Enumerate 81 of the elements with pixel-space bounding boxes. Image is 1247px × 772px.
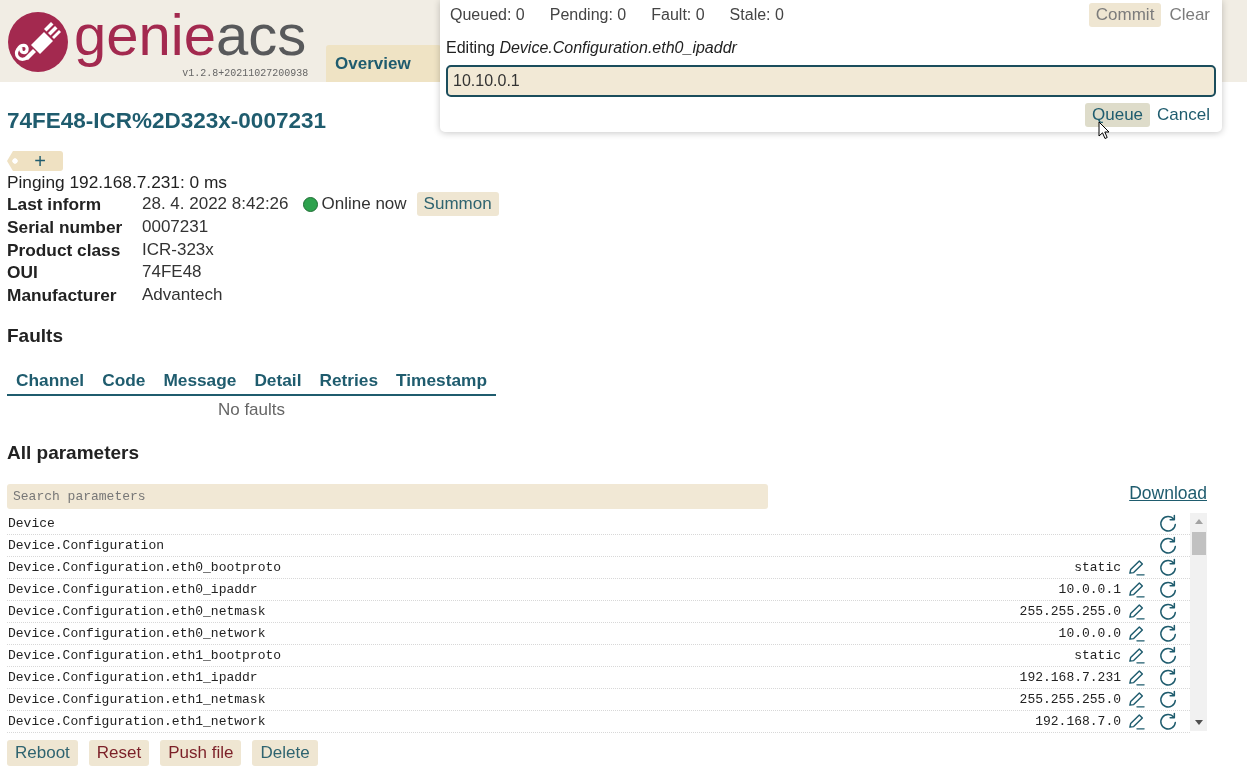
edit-icon[interactable] xyxy=(1128,603,1145,620)
edit-icon[interactable] xyxy=(1128,559,1145,576)
property-label: Last inform xyxy=(7,194,102,214)
search-field[interactable]: Search parameters xyxy=(7,484,768,509)
edit-icon[interactable] xyxy=(1128,669,1145,686)
queue-count: Queued: 0 xyxy=(450,6,525,24)
property-value: 0007231 xyxy=(142,216,209,238)
parameter-value: static xyxy=(1074,648,1121,663)
device-title: 74FE48-ICR%2D323x-0007231 xyxy=(7,108,326,134)
refresh-icon[interactable] xyxy=(1158,624,1177,643)
plug-logo-icon xyxy=(8,12,68,72)
ping-status: Pinging 192.168.7.231: 0 ms xyxy=(7,172,227,192)
scroll-down-icon[interactable] xyxy=(1194,720,1203,725)
property-value: ICR-323x xyxy=(142,238,214,261)
device-action-button[interactable]: Reboot xyxy=(7,740,78,766)
parameter-name: Device.Configuration xyxy=(8,538,165,553)
cancel-link[interactable]: Cancel xyxy=(1157,105,1210,125)
summon-button[interactable]: Summon xyxy=(416,192,499,216)
parameter-value: 10.0.0.1 xyxy=(1058,582,1121,597)
column-header: Timestamp xyxy=(387,366,496,395)
nav-tab[interactable]: Overview xyxy=(326,45,441,82)
section-heading: Faults xyxy=(7,325,63,347)
parameter-name: Device.Configuration.eth1_netmask xyxy=(8,692,266,707)
section-heading: All parameters xyxy=(7,442,139,464)
parameter-value: static xyxy=(1074,560,1121,575)
refresh-icon[interactable] xyxy=(1158,646,1177,665)
value-input[interactable]: 10.10.0.1 xyxy=(446,65,1216,97)
column-header: Channel xyxy=(7,366,94,395)
edit-icon[interactable] xyxy=(1128,625,1145,642)
property-value: 74FE48 xyxy=(142,261,202,283)
refresh-icon[interactable] xyxy=(1158,602,1177,621)
queue-count: Pending: 0 xyxy=(549,6,627,24)
parameter-value: 192.168.7.0 xyxy=(1035,714,1121,729)
edit-icon[interactable] xyxy=(1128,647,1145,664)
column-header: Retries xyxy=(310,366,388,395)
refresh-icon[interactable] xyxy=(1158,712,1177,731)
column-header: Message xyxy=(154,366,246,395)
parameter-value: 255.255.255.0 xyxy=(1019,692,1121,707)
queue-count: Stale: 0 xyxy=(729,6,784,24)
parameter-value: 10.0.0.0 xyxy=(1058,626,1121,641)
parameter-name: Device.Configuration.eth0_netmask xyxy=(8,604,266,619)
scrollbar-track[interactable] xyxy=(1190,513,1207,731)
refresh-icon[interactable] xyxy=(1158,514,1177,533)
editing-label: Editing Device.Configuration.eth0_ipaddr xyxy=(446,38,737,58)
parameter-name: Device.Configuration.eth0_ipaddr xyxy=(8,582,258,597)
parameter-value: 255.255.255.0 xyxy=(1019,604,1121,619)
parameter-name: Device.Configuration.eth0_bootproto xyxy=(8,560,282,575)
refresh-icon[interactable] xyxy=(1158,668,1177,687)
empty-message: No faults xyxy=(7,395,496,420)
edit-icon[interactable] xyxy=(1128,581,1145,598)
property-label: Product class xyxy=(7,239,121,260)
refresh-icon[interactable] xyxy=(1158,580,1177,599)
logo-wordmark: genieacs xyxy=(74,9,307,68)
parameter-value: 192.168.7.231 xyxy=(1019,670,1121,685)
refresh-icon[interactable] xyxy=(1158,536,1177,555)
queue-button[interactable]: Queue xyxy=(1085,103,1151,127)
device-action-button[interactable]: Reset xyxy=(88,740,150,766)
property-value: Advantech xyxy=(142,283,223,306)
property-label: OUI xyxy=(7,262,38,282)
property-value: 28. 4. 2022 8:42:26 xyxy=(142,193,289,215)
column-header: Detail xyxy=(245,366,311,395)
version-text: v1.2.8+20211027200938 xyxy=(182,68,309,79)
parameter-name: Device.Configuration.eth1_ipaddr xyxy=(8,670,258,685)
parameter-name: Device.Configuration.eth0_network xyxy=(8,626,266,641)
queue-count: Fault: 0 xyxy=(651,6,705,24)
refresh-icon[interactable] xyxy=(1158,558,1177,577)
parameter-name: Device.Configuration.eth1_network xyxy=(8,714,266,729)
parameter-name: Device xyxy=(8,516,55,531)
scrollbar-thumb[interactable] xyxy=(1191,532,1206,555)
edit-icon[interactable] xyxy=(1128,691,1145,708)
edit-icon[interactable] xyxy=(1128,713,1145,730)
device-action-button[interactable]: Push file xyxy=(160,740,242,766)
add-tag-button[interactable]: + xyxy=(7,151,63,171)
online-status: Online now xyxy=(321,193,407,215)
property-label: Serial number xyxy=(7,217,123,237)
download-link[interactable]: Download xyxy=(1129,483,1207,504)
device-action-button[interactable]: Delete xyxy=(252,740,318,766)
parameter-name: Device.Configuration.eth1_bootproto xyxy=(8,648,282,663)
refresh-icon[interactable] xyxy=(1158,690,1177,709)
column-header: Code xyxy=(93,366,155,395)
property-label: Manufacturer xyxy=(7,284,117,305)
